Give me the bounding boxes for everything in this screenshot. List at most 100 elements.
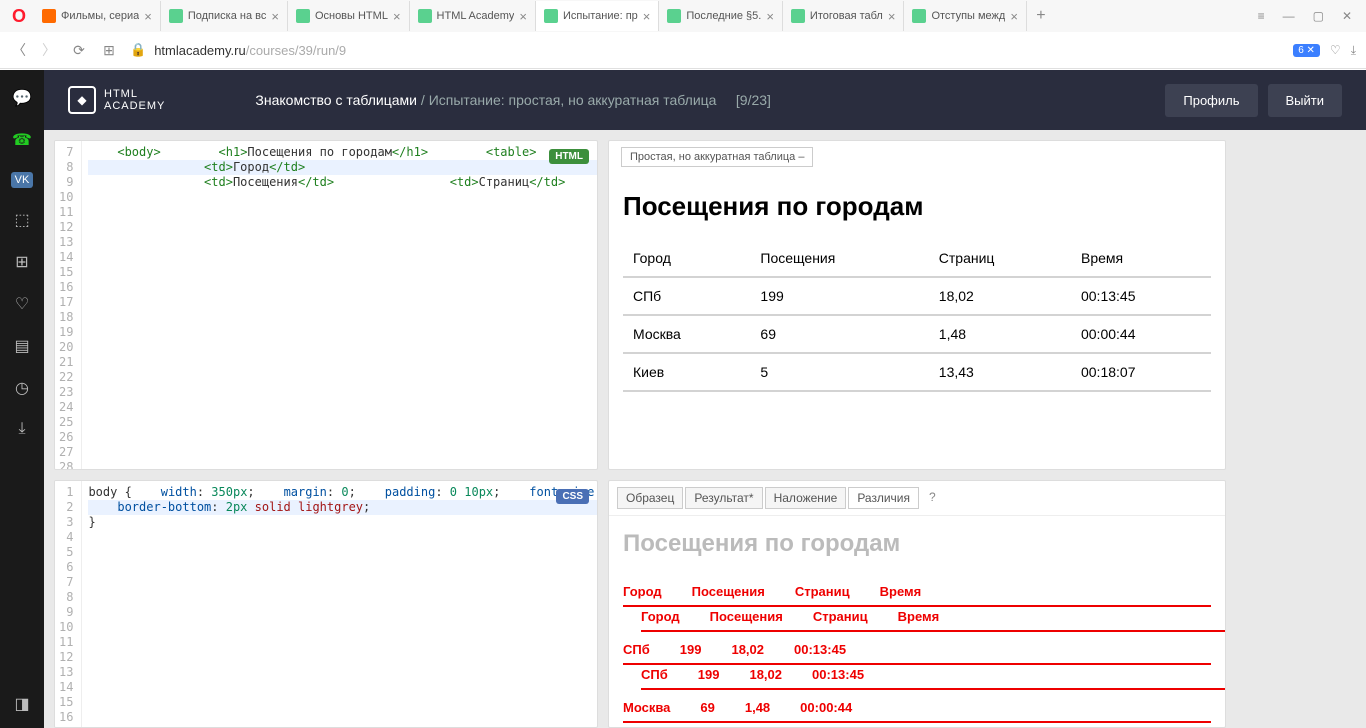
- profile-button[interactable]: Профиль: [1165, 84, 1257, 117]
- table-cell: 69: [750, 315, 928, 353]
- downloads-icon[interactable]: ⤓: [18, 420, 25, 438]
- address-bar: 〈 〉 ⟳ ⊞ 🔒 htmlacademy.ru/courses/39/run/…: [0, 32, 1366, 68]
- tab-close-icon[interactable]: ×: [144, 9, 152, 24]
- diff-tab[interactable]: Образец: [617, 487, 683, 509]
- css-badge: CSS: [556, 489, 589, 504]
- tab-bar: O Фильмы, сериа×Подписка на вс×Основы HT…: [0, 0, 1366, 32]
- diff-tab[interactable]: Наложение: [765, 487, 847, 509]
- favicon-icon: [42, 9, 56, 23]
- table-cell: 5: [750, 353, 928, 391]
- whatsapp-icon[interactable]: ☎: [12, 130, 32, 150]
- opera-menu-icon[interactable]: O: [4, 1, 34, 31]
- minimize-icon[interactable]: —: [1283, 9, 1295, 23]
- diff-panel: ОбразецРезультат*НаложениеРазличия? Посе…: [608, 480, 1226, 728]
- speed-dial-sidebar-icon[interactable]: ⊞: [15, 252, 28, 272]
- html-editor[interactable]: 7891011121314151617181920212223242526272…: [55, 141, 597, 469]
- browser-tab[interactable]: Испытание: пр ×: [536, 1, 659, 31]
- diff-row: Москва691,4800:00:44: [641, 719, 1226, 728]
- table-cell: 00:13:45: [1071, 277, 1211, 315]
- table-cell: Москва: [623, 315, 750, 353]
- table-row: ГородПосещенияСтраницВремя: [623, 240, 1211, 277]
- favicon-icon: [296, 9, 310, 23]
- table-row: Москва691,4800:00:44: [623, 315, 1211, 353]
- browser-tab[interactable]: Основы HTML ×: [288, 1, 410, 31]
- table-cell: 18,02: [929, 277, 1071, 315]
- help-icon[interactable]: ?: [921, 487, 944, 509]
- html-badge: HTML: [549, 149, 589, 164]
- table-cell: Посещения: [750, 240, 928, 277]
- table-cell: 1,48: [929, 315, 1071, 353]
- table-cell: 00:00:44: [1071, 315, 1211, 353]
- reload-button[interactable]: ⟳: [70, 42, 88, 59]
- forward-button[interactable]: 〉: [40, 40, 58, 60]
- tab-label: Подписка на вс: [188, 10, 267, 22]
- tab-close-icon[interactable]: ×: [393, 9, 401, 24]
- snapshot-icon[interactable]: ⬚: [14, 210, 29, 230]
- tab-close-icon[interactable]: ×: [519, 9, 527, 24]
- browser-tab[interactable]: Последние §5. ×: [659, 1, 783, 31]
- heart-icon[interactable]: ♡: [1330, 43, 1341, 57]
- close-window-icon[interactable]: ✕: [1342, 9, 1352, 23]
- css-editor[interactable]: 12345678910111213141516 body { width: 35…: [55, 481, 597, 727]
- tab-label: Отступы межд: [931, 10, 1005, 22]
- favicon-icon: [667, 9, 681, 23]
- logo-mark-icon: ◆: [68, 86, 96, 114]
- table-cell: Страниц: [929, 240, 1071, 277]
- preview-heading: Посещения по городам: [623, 191, 1211, 222]
- tab-close-icon[interactable]: ×: [643, 9, 651, 24]
- browser-tab[interactable]: Итоговая табл×: [783, 1, 905, 31]
- preview-tab-label[interactable]: Простая, но аккуратная таблица –: [621, 147, 813, 167]
- logo[interactable]: ◆ HTMLACADEMY: [68, 86, 165, 114]
- diff-row: ГородПосещенияСтраницВремя: [641, 603, 1226, 632]
- css-editor-panel: CSS 12345678910111213141516 body { width…: [54, 480, 598, 728]
- news-icon[interactable]: ▤: [14, 336, 29, 356]
- favicon-icon: [912, 9, 926, 23]
- table-cell: 00:18:07: [1071, 353, 1211, 391]
- table-cell: 13,43: [929, 353, 1071, 391]
- tab-label: Испытание: пр: [563, 10, 638, 22]
- favicon-icon: [544, 9, 558, 23]
- opera-sidebar: 💬 ☎ VK ⬚ ⊞ ♡ ▤ ◷ ⤓ ◨: [0, 70, 44, 728]
- table-cell: Киев: [623, 353, 750, 391]
- logout-button[interactable]: Выйти: [1268, 84, 1343, 117]
- diff-row: СПб19918,0200:13:45: [641, 661, 1226, 690]
- tab-close-icon[interactable]: ×: [766, 9, 774, 24]
- messenger-icon[interactable]: 💬: [12, 88, 32, 108]
- browser-tab[interactable]: Отступы межд ×: [904, 1, 1026, 31]
- tab-label: Последние §5.: [686, 10, 761, 22]
- progress-counter: [9/23]: [736, 92, 771, 108]
- new-tab-button[interactable]: +: [1027, 7, 1055, 25]
- app-header: ◆ HTMLACADEMY Знакомство с таблицами / И…: [44, 70, 1366, 130]
- diff-tab[interactable]: Различия: [848, 487, 919, 509]
- heart-sidebar-icon[interactable]: ♡: [15, 294, 29, 314]
- table-cell: СПб: [623, 277, 750, 315]
- back-button[interactable]: 〈: [10, 40, 28, 60]
- tab-label: Основы HTML: [315, 10, 388, 22]
- breadcrumb-main[interactable]: Знакомство с таблицами: [255, 92, 417, 108]
- preview-table: ГородПосещенияСтраницВремяСПб19918,0200:…: [623, 240, 1211, 392]
- table-row: Киев513,4300:18:07: [623, 353, 1211, 391]
- browser-tab[interactable]: Подписка на вс ×: [161, 1, 288, 31]
- sidebar-toggle-icon[interactable]: ◨: [14, 694, 29, 714]
- html-editor-panel: HTML 78910111213141516171819202122232425…: [54, 140, 598, 470]
- tab-label: HTML Academy: [437, 10, 515, 22]
- table-cell: 199: [750, 277, 928, 315]
- tab-close-icon[interactable]: ×: [888, 9, 896, 24]
- app-main: ◆ HTMLACADEMY Знакомство с таблицами / И…: [44, 70, 1366, 728]
- favicon-icon: [169, 9, 183, 23]
- diff-tab[interactable]: Результат*: [685, 487, 762, 509]
- maximize-icon[interactable]: ▢: [1313, 9, 1324, 23]
- lock-icon: 🔒: [130, 42, 146, 58]
- blocker-badge[interactable]: 6 ✕: [1293, 44, 1320, 57]
- vk-icon[interactable]: VK: [11, 172, 34, 188]
- download-icon[interactable]: ⤓: [1351, 43, 1356, 58]
- history-icon[interactable]: ◷: [15, 378, 29, 398]
- browser-tab[interactable]: HTML Academy ×: [410, 1, 536, 31]
- tab-close-icon[interactable]: ×: [271, 9, 279, 24]
- tabs-overview-icon[interactable]: ≡: [1258, 9, 1265, 23]
- favicon-icon: [418, 9, 432, 23]
- speed-dial-icon[interactable]: ⊞: [100, 42, 118, 59]
- browser-tab[interactable]: Фильмы, сериа×: [34, 1, 161, 31]
- tab-close-icon[interactable]: ×: [1010, 9, 1018, 24]
- url-input[interactable]: 🔒 htmlacademy.ru/courses/39/run/9: [130, 42, 1281, 58]
